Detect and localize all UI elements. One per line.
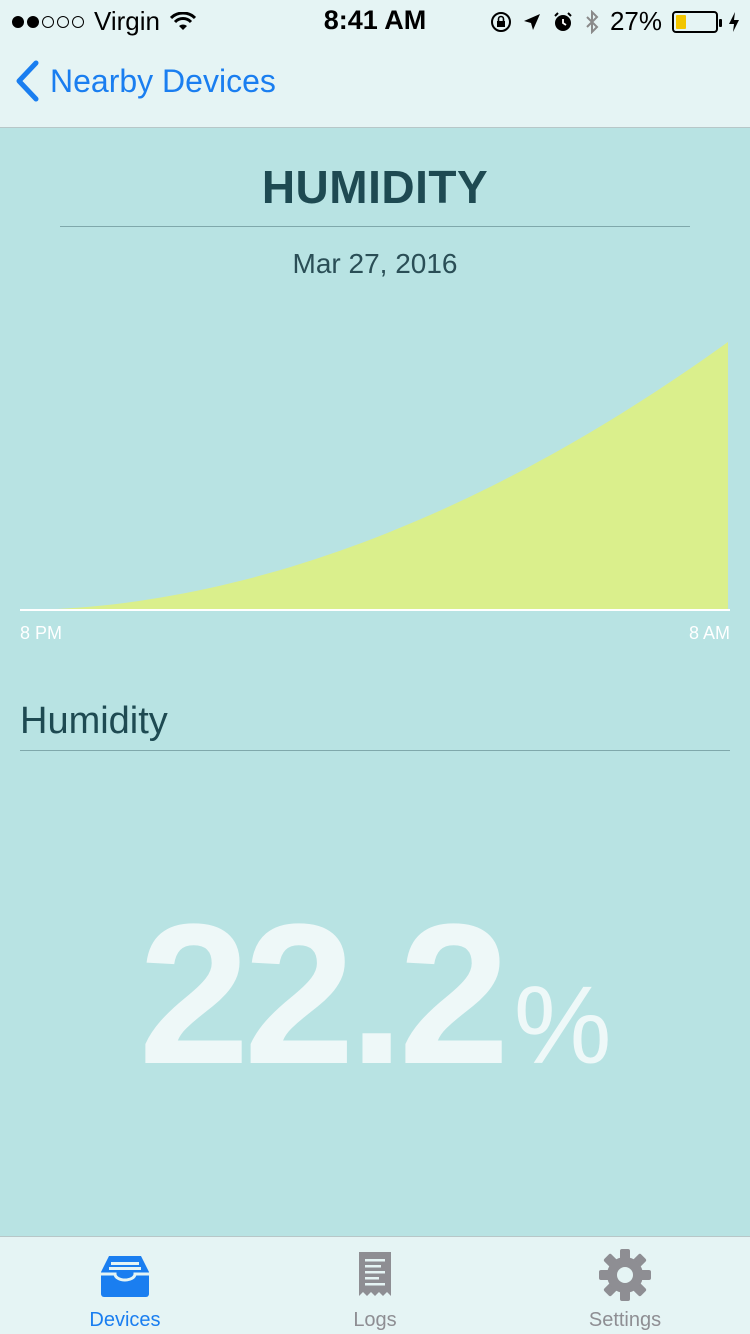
tab-settings-label[interactable]: Settings xyxy=(589,1309,661,1332)
humidity-unit: % xyxy=(513,964,612,1087)
battery-fill xyxy=(676,14,687,29)
humidity-reading: 22.2% xyxy=(0,880,750,1110)
humidity-area-chart xyxy=(20,342,730,611)
humidity-value: 22.2 xyxy=(138,883,509,1106)
tray-icon xyxy=(99,1249,151,1301)
back-button[interactable]: Nearby Devices xyxy=(14,60,276,102)
tab-logs-label[interactable]: Logs xyxy=(353,1309,396,1332)
battery-percent: 27% xyxy=(609,6,662,36)
x-tick-label-end: 8 AM xyxy=(688,623,730,643)
battery-icon xyxy=(672,10,722,33)
reading-section-title: Humidity xyxy=(20,700,168,742)
charging-icon xyxy=(729,11,739,32)
top-bar: Virgin 8:41 AM 27% Nearby Devices xyxy=(0,0,750,128)
tab-logs[interactable]: Logs xyxy=(250,1237,500,1334)
status-right: 27% xyxy=(490,6,740,37)
tab-bar: Devices Logs Settings xyxy=(0,1236,750,1334)
chart-title: HUMIDITY xyxy=(261,161,489,213)
x-tick-label-start: 8 PM xyxy=(20,623,63,643)
location-icon xyxy=(523,13,540,30)
tab-settings[interactable]: Settings xyxy=(500,1237,750,1334)
chevron-left-icon xyxy=(16,60,39,102)
tab-devices-label[interactable]: Devices xyxy=(89,1309,160,1332)
alarm-icon xyxy=(554,11,572,31)
bluetooth-icon xyxy=(586,9,599,34)
rotation-lock-icon xyxy=(490,11,511,32)
humidity-area-series xyxy=(20,342,728,610)
title-divider xyxy=(60,226,690,227)
back-label[interactable]: Nearby Devices xyxy=(50,63,276,100)
receipt-icon xyxy=(357,1249,393,1301)
chart-date: Mar 27, 2016 xyxy=(292,248,458,279)
status-bar: Virgin 8:41 AM 27% xyxy=(0,0,750,40)
reading-divider xyxy=(20,750,730,751)
gear-icon xyxy=(598,1249,652,1301)
tab-devices[interactable]: Devices xyxy=(0,1237,250,1334)
